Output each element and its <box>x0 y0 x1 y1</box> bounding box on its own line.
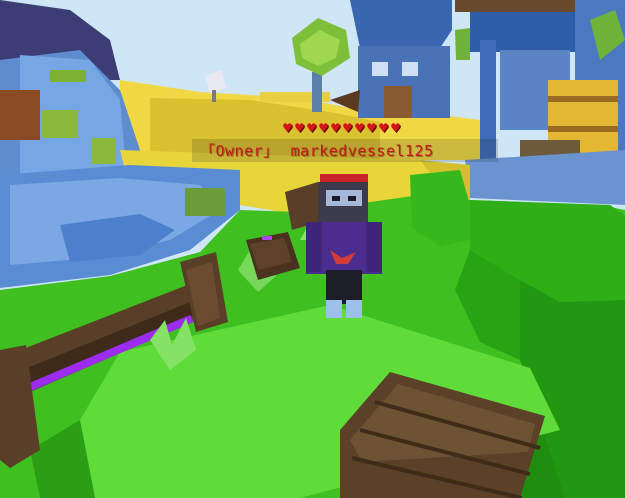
player-shoe <box>326 300 342 318</box>
moss <box>185 188 225 216</box>
heart-icon: ♥ <box>342 121 353 135</box>
wooden-door <box>0 90 40 140</box>
heart-icon: ♥ <box>354 121 365 135</box>
heart-icon: ♥ <box>378 121 389 135</box>
player-eye <box>348 196 356 201</box>
crate-stripe <box>548 96 618 102</box>
player-arm <box>366 222 382 272</box>
health-bar: ♥ ♥ ♥ ♥ ♥ ♥ ♥ ♥ ♥ ♥ <box>282 120 412 136</box>
rank-label: 「Owner」 <box>200 142 279 160</box>
crate-stripe <box>548 126 618 132</box>
player-arm <box>306 222 322 272</box>
heart-icon: ♥ <box>330 121 341 135</box>
house-window <box>372 62 388 76</box>
house-window <box>402 62 418 76</box>
player-username: markedvessel125 <box>290 141 434 160</box>
player-face <box>326 190 362 206</box>
tree-trunk <box>312 72 322 112</box>
voxel-world <box>0 0 625 498</box>
moss <box>42 110 78 138</box>
player-nametag: 「Owner」 markedvessel125 <box>192 139 498 162</box>
player-legs <box>326 270 362 304</box>
heart-icon: ♥ <box>390 121 401 135</box>
heart-icon: ♥ <box>294 121 305 135</box>
player-eye <box>332 196 340 201</box>
moss <box>92 138 116 164</box>
heart-icon: ♥ <box>366 121 377 135</box>
game-viewport[interactable]: ♥ ♥ ♥ ♥ ♥ ♥ ♥ ♥ ♥ ♥ 「Owner」 markedvessel125 <box>0 0 625 498</box>
player-shoe <box>346 300 362 318</box>
house-door <box>384 86 412 118</box>
moss <box>50 70 86 82</box>
heart-icon: ♥ <box>306 121 317 135</box>
house-roof <box>350 0 452 48</box>
chest-glow <box>262 236 272 240</box>
heart-icon: ♥ <box>318 121 329 135</box>
heart-icon: ♥ <box>282 121 293 135</box>
vines <box>455 28 470 60</box>
distant-sign-post <box>212 90 216 102</box>
